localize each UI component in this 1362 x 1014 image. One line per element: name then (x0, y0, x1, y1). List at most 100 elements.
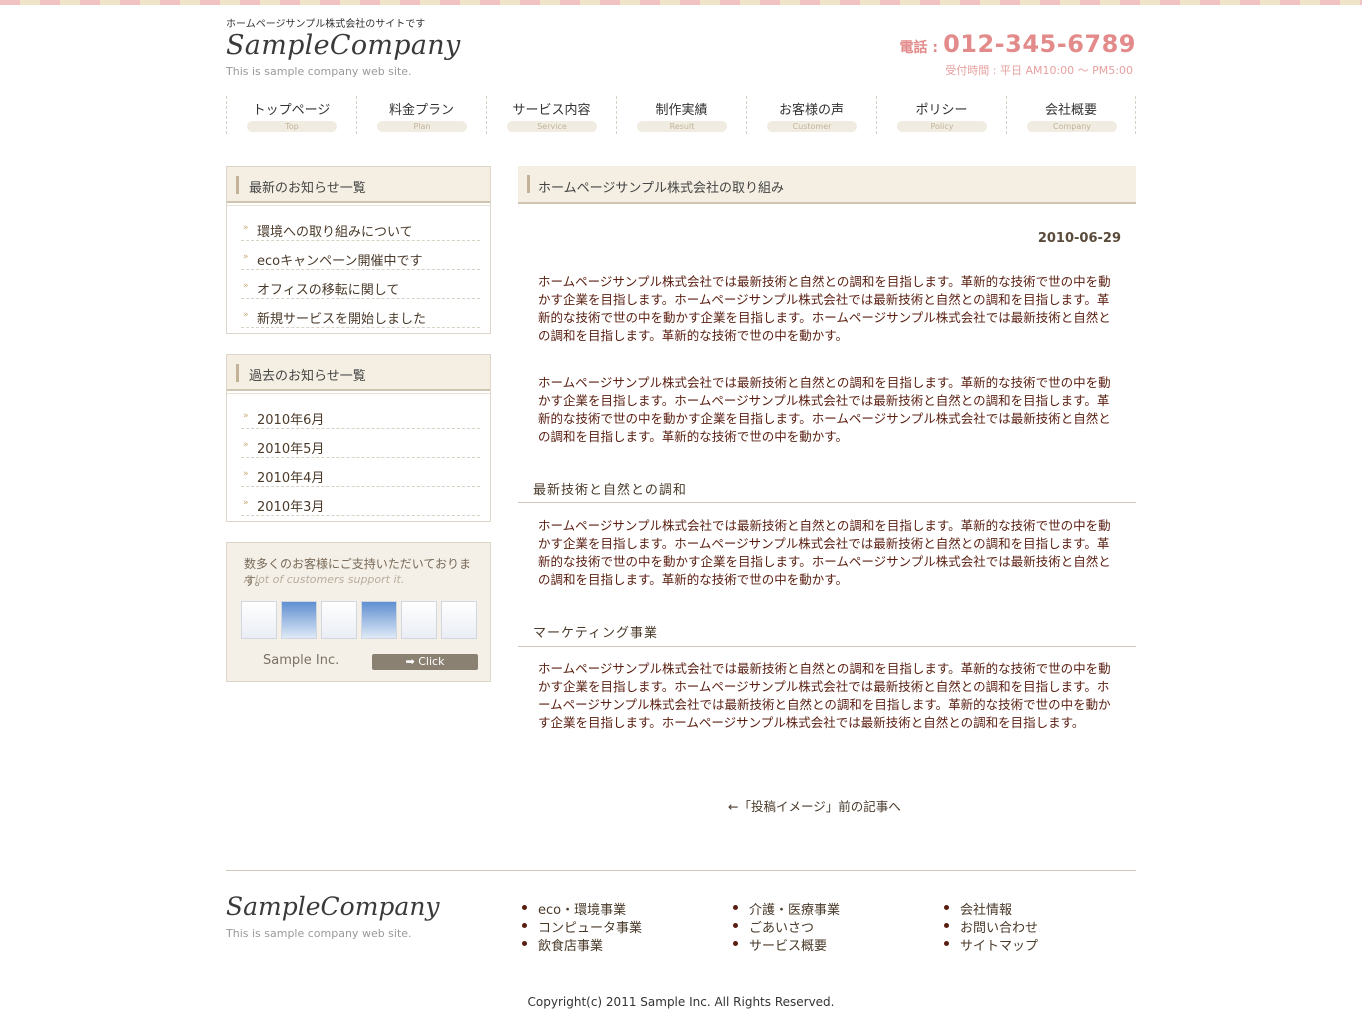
nav-item-sublabel: Top (247, 121, 337, 132)
nav-item-sublabel: Result (637, 121, 727, 132)
list-item-label: ecoキャンペーン開催中です (257, 254, 423, 269)
list-item-label: 2010年6月 (257, 413, 325, 428)
nav-item-customer[interactable]: お客様の声 Customer (746, 96, 876, 134)
site-thumbnail (401, 601, 437, 639)
chevron-right-icon: » (243, 310, 249, 320)
customer-support-banner[interactable]: 数多くのお客様にご支持いただいております。 A lot of customers… (226, 542, 491, 682)
list-item[interactable]: » 新規サービスを開始しました (241, 299, 480, 328)
latest-news-title: 最新のお知らせ一覧 (249, 181, 366, 196)
footer-logo-subtitle: This is sample company web site. (226, 927, 412, 940)
chevron-right-icon: » (243, 223, 249, 233)
global-nav: トップページ Top 料金プラン Plan サービス内容 Service 制作実… (226, 96, 1136, 134)
footer-link[interactable]: 介護・医療事業 (731, 899, 840, 918)
footer-links-col3: 会社情報 お問い合わせ サイトマップ (942, 899, 1038, 954)
past-news-title: 過去のお知らせ一覧 (249, 369, 366, 384)
list-item[interactable]: » オフィスの移転に関して (241, 270, 480, 299)
banner-brand: Sample Inc. (263, 653, 340, 668)
site-thumbnail (241, 601, 277, 639)
footer-links-col1: eco・環境事業 コンピュータ事業 飲食店事業 (520, 899, 642, 954)
nav-item-sublabel: Company (1027, 121, 1117, 132)
banner-english: A lot of customers support it. (244, 573, 405, 586)
copyright: Copyright(c) 2011 Sample Inc. All Rights… (527, 995, 835, 1009)
site-logo[interactable]: SampleCompany (226, 30, 461, 61)
previous-post-link[interactable]: ←「投稿イメージ」前の記事へ (728, 796, 901, 815)
chevron-right-icon: » (243, 440, 249, 450)
nav-item-sublabel: Policy (897, 121, 987, 132)
nav-item-label: ポリシー (915, 103, 968, 118)
latest-news-list: » 環境への取り組みについて » ecoキャンペーン開催中です » オフィスの移転に関… (227, 205, 490, 332)
footer-link[interactable]: ごあいさつ (731, 917, 840, 936)
nav-item-policy[interactable]: ポリシー Policy (876, 96, 1006, 134)
section-divider (518, 502, 1136, 503)
list-item[interactable]: » ecoキャンペーン開催中です (241, 241, 480, 270)
chevron-right-icon: » (243, 498, 249, 508)
banner-screenshots (241, 601, 477, 639)
footer-divider (226, 870, 1136, 871)
footer-link[interactable]: 飲食店事業 (520, 935, 642, 954)
list-item[interactable]: » 2010年5月 (241, 429, 480, 458)
post-paragraph: ホームページサンプル株式会社では最新技術と自然との調和を目指します。革新的な技術… (538, 518, 1111, 587)
list-item-label: 2010年5月 (257, 442, 325, 457)
list-item[interactable]: » 環境への取り組みについて (241, 212, 480, 241)
post-paragraph: ホームページサンプル株式会社では最新技術と自然との調和を目指します。革新的な技術… (538, 375, 1111, 444)
banner-click-button[interactable]: ➡ Click (372, 654, 478, 670)
past-news-heading: 過去のお知らせ一覧 (227, 355, 490, 391)
site-thumbnail (441, 601, 477, 639)
business-hours: 受付時間 : 平日 AM10:00 〜 PM5:00 (945, 64, 1133, 77)
footer-link[interactable]: コンピュータ事業 (520, 917, 642, 936)
list-item-label: オフィスの移転に関して (257, 283, 400, 298)
phone-label: 電話 : (899, 40, 938, 56)
nav-item-sublabel: Plan (377, 121, 467, 132)
chevron-right-icon: » (243, 252, 249, 262)
section-heading: マーケティング事業 (533, 626, 658, 641)
nav-item-company[interactable]: 会社概要 Company (1006, 96, 1136, 134)
footer-logo[interactable]: SampleCompany (226, 892, 440, 921)
latest-news-heading: 最新のお知らせ一覧 (227, 167, 490, 203)
past-news-list: » 2010年6月 » 2010年5月 » 2010年4月 » 2010年3月 (227, 393, 490, 520)
site-thumbnail (361, 601, 397, 639)
footer-link[interactable]: 会社情報 (942, 899, 1038, 918)
list-item-label: 2010年4月 (257, 471, 325, 486)
site-thumbnail (321, 601, 357, 639)
footer-link[interactable]: eco・環境事業 (520, 899, 642, 918)
section-heading: 最新技術と自然との調和 (533, 483, 687, 498)
footer-link[interactable]: サービス概要 (731, 935, 840, 954)
main-heading: ホームページサンプル株式会社の取り組み (518, 166, 1136, 204)
list-item[interactable]: » 2010年6月 (241, 400, 480, 429)
nav-item-result[interactable]: 制作実績 Result (616, 96, 746, 134)
post-paragraph: ホームページサンプル株式会社では最新技術と自然との調和を目指します。革新的な技術… (538, 274, 1111, 343)
list-item-label: 2010年3月 (257, 500, 325, 515)
chevron-right-icon: » (243, 469, 249, 479)
footer-links-col2: 介護・医療事業 ごあいさつ サービス概要 (731, 899, 840, 954)
site-thumbnail (281, 601, 317, 639)
site-logo-subtitle: This is sample company web site. (226, 65, 412, 78)
chevron-right-icon: » (243, 281, 249, 291)
chevron-right-icon: » (243, 411, 249, 421)
nav-item-label: サービス内容 (512, 103, 591, 118)
nav-item-label: トップページ (252, 103, 331, 118)
phone-contact: 電話 : 012-345-6789 (900, 30, 1137, 58)
list-item[interactable]: » 2010年3月 (241, 487, 480, 516)
nav-item-label: お客様の声 (778, 103, 844, 118)
phone-number[interactable]: 012-345-6789 (943, 30, 1136, 58)
list-item[interactable]: » 2010年4月 (241, 458, 480, 487)
latest-news-box: 最新のお知らせ一覧 » 環境への取り組みについて » ecoキャンペーン開催中です … (226, 166, 491, 334)
nav-item-plan[interactable]: 料金プラン Plan (356, 96, 486, 134)
past-news-box: 過去のお知らせ一覧 » 2010年6月 » 2010年5月 » 2010年4月 » 20… (226, 354, 491, 522)
nav-item-sublabel: Service (507, 121, 597, 132)
nav-item-label: 料金プラン (388, 103, 454, 118)
footer-link[interactable]: お問い合わせ (942, 917, 1038, 936)
nav-item-label: 制作実績 (655, 103, 708, 118)
section-divider (518, 646, 1136, 647)
list-item-label: 環境への取り組みについて (257, 225, 413, 240)
post-date: 2010-06-29 (1037, 231, 1121, 246)
list-item-label: 新規サービスを開始しました (257, 312, 427, 327)
nav-item-label: 会社概要 (1044, 103, 1097, 118)
site-tagline: ホームページサンプル株式会社のサイトです (226, 19, 426, 30)
nav-item-sublabel: Customer (767, 121, 857, 132)
page-title: ホームページサンプル株式会社の取り組み (538, 181, 784, 196)
footer-link[interactable]: サイトマップ (942, 935, 1038, 954)
top-stripe-decoration (0, 0, 1362, 5)
nav-item-service[interactable]: サービス内容 Service (486, 96, 616, 134)
nav-item-top[interactable]: トップページ Top (226, 96, 356, 134)
